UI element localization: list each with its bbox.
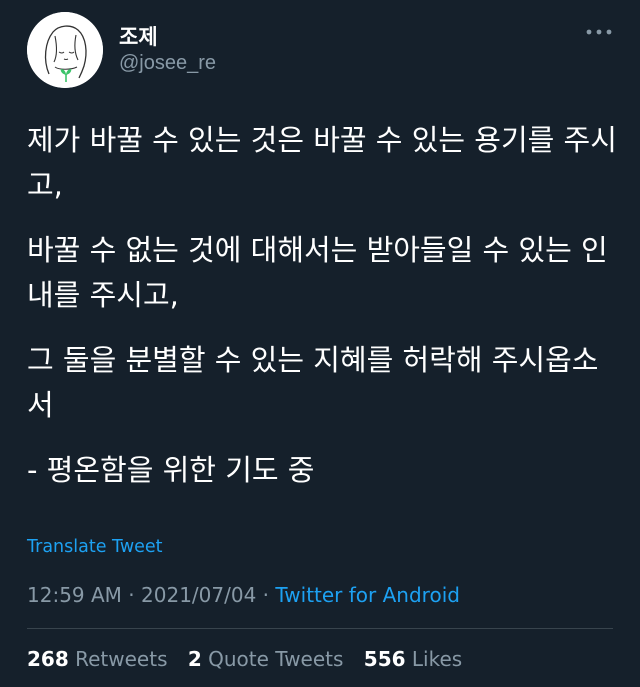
translate-tweet-link[interactable]: Translate Tweet: [27, 537, 163, 557]
retweets-stat[interactable]: 268 Retweets: [27, 647, 167, 671]
user-handle[interactable]: @josee_re: [119, 52, 216, 75]
retweets-count: 268: [27, 647, 69, 671]
tweet-meta: 12:59 AM · 2021/07/04 · Twitter for Andr…: [27, 583, 460, 607]
divider: [27, 628, 613, 629]
tweet-paragraph: 제가 바꿀 수 있는 것은 바꿀 수 있는 용기를 주시고,: [27, 123, 617, 202]
quote-tweets-stat[interactable]: 2 Quote Tweets: [188, 647, 344, 671]
tweet-paragraph: 그 둘을 분별할 수 있는 지혜를 허락해 주시옵소서: [27, 343, 599, 422]
tweet-stats: 268 Retweets 2 Quote Tweets 556 Likes: [27, 647, 476, 671]
avatar[interactable]: [27, 12, 103, 88]
likes-label: Likes: [411, 647, 463, 671]
likes-stat[interactable]: 556 Likes: [364, 647, 462, 671]
tweet-paragraph: 바꿀 수 없는 것에 대해서는 받아들일 수 있는 인내를 주시고,: [27, 233, 608, 312]
tweet-source-link[interactable]: Twitter for Android: [275, 583, 460, 607]
quotes-count: 2: [187, 647, 202, 671]
likes-count: 556: [363, 647, 406, 671]
tweet-text: 제가 바꿀 수 있는 것은 바꿀 수 있는 용기를 주시고, 바꿀 수 없는 것…: [27, 118, 617, 513]
quotes-label: Quote Tweets: [208, 647, 344, 671]
more-horizontal-icon: [586, 29, 612, 35]
meta-separator: ·: [256, 583, 276, 607]
retweets-label: Retweets: [75, 647, 168, 671]
tweet-paragraph: - 평온함을 위한 기도 중: [27, 453, 315, 487]
tweet-header: 조제 @josee_re: [27, 12, 613, 88]
display-name[interactable]: 조제: [119, 21, 158, 51]
tweet-date[interactable]: 2021/07/04: [141, 583, 256, 607]
meta-separator: ·: [121, 583, 142, 607]
tweet-time[interactable]: 12:59 AM: [27, 583, 122, 607]
more-options-button[interactable]: [585, 22, 613, 42]
line-drawing-woman-with-sprout-icon: [27, 12, 103, 88]
